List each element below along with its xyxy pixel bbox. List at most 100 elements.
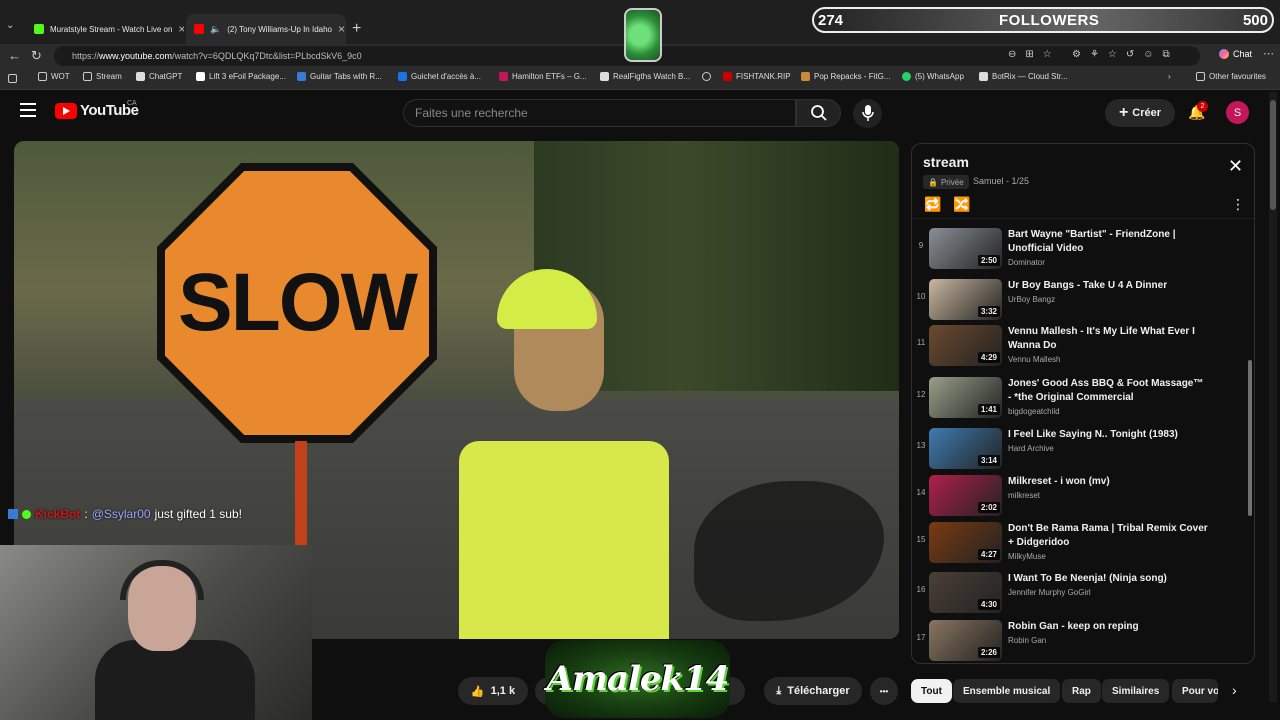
- address-bar-icons[interactable]: ⊖⊞☆: [1008, 49, 1061, 60]
- bookmark-link[interactable]: Guitar Tabs with R...: [297, 72, 382, 81]
- bookmark-link[interactable]: Lift 3 eFoil Package...: [196, 72, 286, 81]
- bookmark-link[interactable]: Hamilton ETFs – G...: [499, 72, 587, 81]
- chat-separator: :: [84, 507, 88, 521]
- bookmark-link[interactable]: Guichet d'accès à...: [398, 72, 481, 81]
- follower-label: FOLLOWERS: [999, 11, 1100, 29]
- bookmark-link[interactable]: (5) WhatsApp: [902, 72, 964, 81]
- reading-list-icon[interactable]: [8, 74, 17, 83]
- reload-icon[interactable]: ↻: [31, 48, 42, 64]
- bookmark-folder[interactable]: Stream: [83, 72, 122, 81]
- video-title[interactable]: Bart Wayne "Bartist" - FriendZone | Unof…: [1008, 228, 1208, 256]
- bookmark-label: Guichet d'accès à...: [411, 72, 482, 81]
- playlist-title[interactable]: stream: [923, 154, 969, 170]
- loop-icon[interactable]: 🔁: [924, 196, 941, 213]
- playlist-item[interactable]: 17 2:26 Robin Gan - keep on reping Robin Ga…: [912, 617, 1242, 663]
- video-thumbnail[interactable]: 4:29: [929, 325, 1002, 366]
- bookmark-link[interactable]: FISHTANK.RIP: [723, 72, 791, 81]
- hamburger-menu-icon[interactable]: [20, 103, 36, 117]
- bookmarks-overflow-icon[interactable]: ›: [1168, 72, 1171, 81]
- video-thumbnail[interactable]: 1:41: [929, 377, 1002, 418]
- speaker-icon[interactable]: 🔈: [210, 24, 221, 35]
- video-thumbnail[interactable]: 2:50: [929, 228, 1002, 269]
- back-icon[interactable]: ←: [8, 48, 21, 63]
- playlist-item[interactable]: 10 3:32 Ur Boy Bangs - Take U 4 A Dinner Ur…: [912, 276, 1242, 326]
- channel-name[interactable]: bigdogeatchild: [1008, 407, 1060, 416]
- tip-jar-icon: [624, 8, 662, 62]
- playlist-item[interactable]: 15 4:27 Don't Be Rama Rama | Tribal Remix …: [912, 519, 1242, 569]
- account-avatar[interactable]: S: [1226, 101, 1249, 124]
- playlist-item[interactable]: 13 3:14 I Feel Like Saying N.. Tonight (19…: [912, 425, 1242, 475]
- video-duration: 4:27: [977, 549, 1000, 560]
- youtube-logo[interactable]: YouTube: [55, 102, 139, 119]
- create-button[interactable]: + Créer: [1105, 99, 1175, 127]
- chip-label: Rap: [1072, 685, 1091, 697]
- video-thumbnail[interactable]: 2:26: [929, 620, 1002, 661]
- video-thumbnail[interactable]: 3:14: [929, 428, 1002, 469]
- video-title[interactable]: Vennu Mallesh - It's My Life What Ever I…: [1008, 325, 1208, 353]
- video-thumbnail[interactable]: 2:02: [929, 475, 1002, 516]
- close-icon[interactable]: ✕: [1228, 156, 1243, 177]
- new-tab-icon[interactable]: +: [352, 20, 361, 38]
- country-code: CA: [127, 100, 137, 107]
- video-thumbnail[interactable]: 3:32: [929, 279, 1002, 320]
- channel-name[interactable]: Jennifer Murphy GoGirl: [1008, 588, 1091, 597]
- chip-music-set[interactable]: Ensemble musical: [953, 679, 1061, 703]
- chevron-right-icon[interactable]: ›: [1232, 682, 1237, 698]
- video-title[interactable]: Don't Be Rama Rama | Tribal Remix Cover …: [1008, 522, 1208, 550]
- playlist-item[interactable]: 11 4:29 Vennu Mallesh - It's My Life What …: [912, 322, 1242, 372]
- page-scrollbar[interactable]: [1270, 100, 1276, 210]
- chip-similar[interactable]: Similaires: [1102, 679, 1170, 703]
- channel-name[interactable]: Vennu Mallesh: [1008, 355, 1060, 364]
- channel-name[interactable]: Robin Gan: [1008, 636, 1046, 645]
- extension-icons[interactable]: ⚙⚘☆↺☺⧉: [1072, 49, 1179, 60]
- bookmark-label: Guitar Tabs with R...: [310, 72, 382, 81]
- bookmark-folder[interactable]: WOT: [38, 72, 70, 81]
- browser-tab-kick[interactable]: Muratstyle Stream - Watch Live on ×: [26, 14, 184, 44]
- copilot-chat-button[interactable]: Chat: [1219, 49, 1252, 59]
- chip-for-you[interactable]: Pour vo: [1172, 679, 1218, 703]
- search-button[interactable]: [796, 99, 841, 127]
- playlist-item[interactable]: 16 4:30 I Want To Be Neenja! (Ninja song) J…: [912, 569, 1242, 619]
- video-thumbnail[interactable]: 4:30: [929, 572, 1002, 613]
- download-button[interactable]: ⤓ Télécharger: [764, 677, 862, 705]
- playlist-scrollbar[interactable]: [1248, 360, 1252, 516]
- video-title[interactable]: Jones' Good Ass BBQ & Foot Massage™ - *t…: [1008, 377, 1208, 405]
- chip-all[interactable]: Tout: [911, 679, 952, 703]
- video-title[interactable]: Ur Boy Bangs - Take U 4 A Dinner: [1008, 279, 1208, 293]
- playlist-item[interactable]: 9 2:50 Bart Wayne "Bartist" - FriendZone |…: [912, 225, 1242, 275]
- playlist-item-number: 12: [916, 390, 926, 399]
- channel-name[interactable]: UrBoy Bangz: [1008, 295, 1055, 304]
- globe-icon[interactable]: [702, 72, 715, 81]
- browser-tab-youtube[interactable]: 🔈 (2) Tony Williams-Up In Idaho ×: [186, 14, 346, 44]
- channel-name[interactable]: milkreset: [1008, 491, 1040, 500]
- channel-name[interactable]: Hard Archive: [1008, 444, 1054, 453]
- privacy-badge: 🔒 Privée: [923, 175, 969, 189]
- close-tab-icon[interactable]: ×: [178, 22, 184, 36]
- close-tab-icon[interactable]: ×: [338, 22, 345, 36]
- playlist-item[interactable]: 12 1:41 Jones' Good Ass BBQ & Foot Massage…: [912, 374, 1242, 424]
- playlist-panel: stream ✕ 🔒 Privée Samuel - 1/25 🔁 🔀 ⋮ 9 2:…: [911, 143, 1255, 664]
- channel-name[interactable]: MilkyMuse: [1008, 552, 1046, 561]
- bookmark-link[interactable]: RealFigths Watch B...: [600, 72, 690, 81]
- more-actions-button[interactable]: •••: [870, 677, 898, 705]
- video-title[interactable]: I Want To Be Neenja! (Ninja song): [1008, 572, 1208, 586]
- search-input[interactable]: Faites une recherche: [403, 99, 796, 127]
- bookmark-link[interactable]: BotRix — Cloud Str...: [979, 72, 1068, 81]
- bookmark-link[interactable]: ChatGPT: [136, 72, 182, 81]
- browser-menu-icon[interactable]: ⋯: [1263, 47, 1274, 60]
- like-button[interactable]: 👍 1,1 k: [458, 677, 528, 705]
- bookmark-link[interactable]: Pop Repacks - FitG...: [801, 72, 890, 81]
- channel-name[interactable]: Dominator: [1008, 258, 1045, 267]
- video-title[interactable]: Robin Gan - keep on reping: [1008, 620, 1208, 634]
- other-favourites-folder[interactable]: Other favourites: [1196, 72, 1266, 81]
- video-thumbnail[interactable]: 4:27: [929, 522, 1002, 563]
- chip-rap[interactable]: Rap: [1062, 679, 1101, 703]
- playlist-item[interactable]: 14 2:02 Milkreset - i won (mv) milkreset: [912, 472, 1242, 522]
- video-title[interactable]: Milkreset - i won (mv): [1008, 475, 1208, 489]
- tab-list-dropdown-icon[interactable]: ⌄: [6, 20, 14, 31]
- playlist-menu-icon[interactable]: ⋮: [1231, 196, 1245, 213]
- video-title[interactable]: I Feel Like Saying N.. Tonight (1983): [1008, 428, 1208, 442]
- tab-title: Muratstyle Stream - Watch Live on: [50, 24, 173, 34]
- voice-search-button[interactable]: [853, 99, 882, 128]
- shuffle-icon[interactable]: 🔀: [953, 196, 970, 213]
